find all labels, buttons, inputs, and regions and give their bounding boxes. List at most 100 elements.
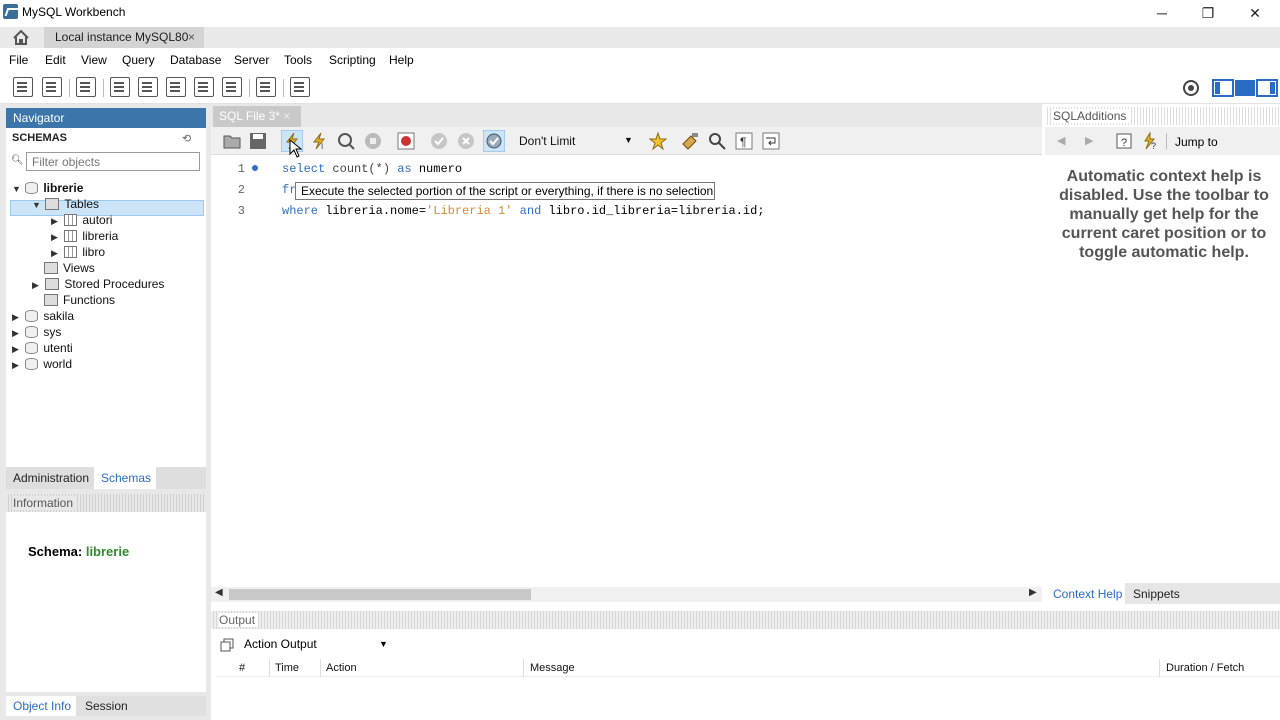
menu-edit[interactable]: Edit	[45, 53, 66, 67]
expand-arrow-icon[interactable]: ▼	[32, 200, 42, 210]
home-button[interactable]	[8, 27, 34, 48]
tab-object-info[interactable]: Object Info	[13, 699, 71, 713]
invisible-characters-icon[interactable]: ¶	[735, 132, 753, 150]
expand-arrow-icon[interactable]: ▶	[51, 216, 61, 227]
output-title: Output	[219, 613, 259, 627]
line-number: 2	[237, 183, 245, 197]
column-header[interactable]: Message	[530, 662, 575, 674]
stop-icon[interactable]	[364, 132, 382, 150]
tree-item-libro[interactable]: ▶ libro	[51, 245, 105, 261]
column-header[interactable]: #	[239, 662, 245, 674]
tree-item-sys[interactable]: ▶ sys	[12, 325, 61, 341]
tab-sql-file[interactable]: SQL File 3* ×	[213, 106, 301, 127]
tab-schemas[interactable]: Schemas	[101, 471, 151, 485]
column-header[interactable]: Time	[275, 662, 299, 674]
jump-to-select[interactable]: Jump to	[1175, 135, 1218, 149]
scroll-left-icon[interactable]: ◀	[215, 587, 223, 598]
tree-item-autori[interactable]: ▶ autori	[51, 213, 112, 229]
open-file-icon[interactable]	[223, 132, 241, 150]
expand-arrow-icon[interactable]: ▶	[12, 360, 22, 371]
tab-administration[interactable]: Administration	[13, 471, 89, 485]
menu-database[interactable]: Database	[170, 53, 221, 67]
reconnect-icon[interactable]	[290, 77, 310, 97]
copy-output-icon[interactable]	[220, 638, 234, 652]
settings-icon[interactable]	[1182, 79, 1200, 97]
tree-item-functions[interactable]: Functions	[44, 293, 115, 309]
word-wrap-icon[interactable]	[762, 132, 780, 150]
auto-help-icon[interactable]: ?	[1141, 132, 1159, 150]
code-editor[interactable]: 1 2 3 select count(*) as numero fr where…	[211, 139, 1042, 585]
tree-item-librerie[interactable]: ▼ librerie	[12, 181, 83, 197]
scroll-right-icon[interactable]: ▶	[1029, 587, 1037, 598]
restore-button[interactable]: ❐	[1185, 0, 1231, 27]
search-table-data-icon[interactable]	[256, 77, 276, 97]
expand-arrow-icon[interactable]: ▼	[12, 184, 22, 194]
tab-context-help[interactable]: Context Help	[1053, 587, 1122, 601]
refresh-schemas-icon[interactable]: ⟲	[182, 132, 191, 145]
create-schema-icon[interactable]	[110, 77, 130, 97]
save-icon[interactable]	[249, 132, 267, 150]
create-view-icon[interactable]	[166, 77, 186, 97]
tree-item-label: sakila	[43, 309, 75, 323]
tree-item-tables[interactable]: ▼ Tables	[32, 197, 99, 213]
menu-view[interactable]: View	[81, 53, 107, 67]
sql-additions-title: SQLAdditions	[1053, 109, 1130, 123]
tree-item-utenti[interactable]: ▶ utenti	[12, 341, 73, 357]
expand-arrow-icon[interactable]: ▶	[12, 328, 22, 339]
execute-current-statement-icon[interactable]: I	[310, 132, 328, 150]
rollback-icon[interactable]	[457, 132, 475, 150]
limit-rows-select[interactable]: Don't Limit ▼	[511, 131, 635, 151]
execute-tooltip: Execute the selected portion of the scri…	[295, 182, 715, 200]
output-type-select[interactable]: Action Output ▼	[240, 636, 390, 654]
expand-arrow-icon[interactable]: ▶	[12, 344, 22, 355]
expand-arrow-icon[interactable]: ▶	[51, 248, 61, 259]
menu-file[interactable]: File	[9, 53, 28, 67]
horizontal-scrollbar[interactable]: ◀ ▶	[211, 587, 1042, 602]
tree-item-views[interactable]: Views	[44, 261, 95, 277]
find-icon[interactable]	[708, 132, 726, 150]
create-procedure-icon[interactable]	[194, 77, 214, 97]
menu-query[interactable]: Query	[122, 53, 155, 67]
beautify-icon[interactable]	[681, 132, 699, 150]
inspect-object-icon[interactable]	[76, 77, 96, 97]
toggle-stop-on-error-icon[interactable]	[397, 132, 415, 150]
add-snippet-icon[interactable]	[649, 132, 667, 150]
menu-tools[interactable]: Tools	[284, 53, 312, 67]
tree-item-stored-procedures[interactable]: ▶ Stored Procedures	[32, 277, 164, 293]
filter-objects-input[interactable]	[26, 152, 200, 171]
tab-close-icon[interactable]: ×	[188, 30, 195, 44]
close-button[interactable]: ✕	[1232, 0, 1278, 27]
column-header[interactable]: Duration / Fetch	[1166, 662, 1244, 674]
explain-icon[interactable]	[337, 132, 355, 150]
tab-close-icon[interactable]: ×	[283, 109, 290, 123]
forward-icon[interactable]: ▶	[1085, 134, 1093, 147]
menu-scripting[interactable]: Scripting	[329, 53, 376, 67]
create-function-icon[interactable]	[222, 77, 242, 97]
column-header[interactable]: Action	[326, 662, 357, 674]
tab-session[interactable]: Session	[85, 699, 128, 713]
expand-arrow-icon[interactable]: ▶	[32, 280, 42, 291]
tab-snippets[interactable]: Snippets	[1133, 587, 1180, 601]
minimize-button[interactable]: ─	[1139, 0, 1185, 27]
tree-item-world[interactable]: ▶ world	[12, 357, 72, 373]
open-sql-script-icon[interactable]	[42, 77, 62, 97]
toggle-autocommit-icon[interactable]	[483, 130, 505, 152]
expand-arrow-icon[interactable]: ▶	[51, 232, 61, 243]
sql-keyword: and	[519, 204, 542, 218]
sql-text: libro.id_libreria=libreria.id;	[541, 204, 765, 218]
commit-icon[interactable]	[430, 132, 448, 150]
create-table-icon[interactable]	[138, 77, 158, 97]
tab-local-instance[interactable]: Local instance MySQL80 ×	[44, 27, 204, 48]
menu-server[interactable]: Server	[234, 53, 269, 67]
manual-help-icon[interactable]: ?	[1115, 132, 1133, 150]
new-sql-tab-icon[interactable]	[13, 77, 33, 97]
panel-layout-toggle-icon[interactable]	[1212, 78, 1278, 98]
tree-item-sakila[interactable]: ▶ sakila	[12, 309, 74, 325]
tree-item-libreria[interactable]: ▶ libreria	[51, 229, 118, 245]
chevron-down-icon: ▼	[624, 135, 633, 145]
menu-help[interactable]: Help	[389, 53, 414, 67]
expand-arrow-icon[interactable]: ▶	[12, 312, 22, 323]
toolbar-separator	[69, 79, 70, 97]
scrollbar-thumb[interactable]	[229, 589, 531, 600]
back-icon[interactable]: ◀	[1057, 134, 1065, 147]
